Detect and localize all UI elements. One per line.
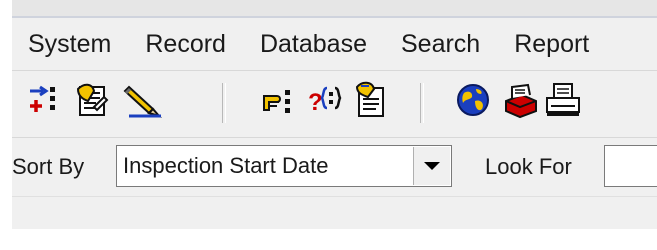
insert-record-icon — [27, 82, 63, 123]
sort-search-bar: Sort By Inspection Start Date Look For — [12, 138, 657, 197]
menu-report[interactable]: Report — [514, 30, 589, 59]
svg-text:?: ? — [308, 89, 323, 116]
notes-icon — [352, 81, 390, 124]
print-preview-icon — [502, 81, 540, 124]
printer-icon — [544, 81, 582, 124]
printer-button[interactable] — [542, 79, 584, 125]
query-icon: ? — [307, 82, 343, 123]
toolbar-separator — [420, 83, 424, 123]
window-top-edge — [12, 0, 657, 18]
notes-button[interactable] — [350, 79, 392, 125]
status-strip — [12, 197, 657, 229]
globe-button[interactable] — [452, 79, 494, 125]
menu-record[interactable]: Record — [145, 30, 226, 59]
chevron-down-icon — [424, 162, 440, 170]
menu-system[interactable]: System — [28, 30, 111, 59]
menu-search[interactable]: Search — [401, 30, 480, 59]
pencil-button[interactable] — [122, 79, 164, 125]
edit-document-icon — [74, 81, 112, 124]
look-for-input[interactable] — [604, 145, 657, 187]
sort-by-value: Inspection Start Date — [123, 153, 329, 178]
edit-document-button[interactable] — [72, 79, 114, 125]
print-preview-button[interactable] — [500, 79, 542, 125]
pencil-icon — [123, 81, 163, 124]
sort-by-label: Sort By — [12, 154, 85, 179]
look-for-label: Look For — [485, 154, 572, 179]
pointing-hand-icon — [261, 82, 297, 123]
pointing-hand-button[interactable] — [258, 79, 300, 125]
dropdown-button[interactable] — [413, 147, 450, 185]
query-button[interactable]: ? — [304, 79, 346, 125]
menu-database[interactable]: Database — [260, 30, 367, 59]
insert-record-button[interactable] — [24, 79, 66, 125]
sort-by-dropdown[interactable]: Inspection Start Date — [116, 145, 452, 187]
toolbar-separator — [222, 83, 226, 123]
globe-icon — [455, 82, 491, 123]
menu-bar: System Record Database Search Report — [12, 18, 657, 71]
toolbar: ? — [12, 71, 657, 138]
